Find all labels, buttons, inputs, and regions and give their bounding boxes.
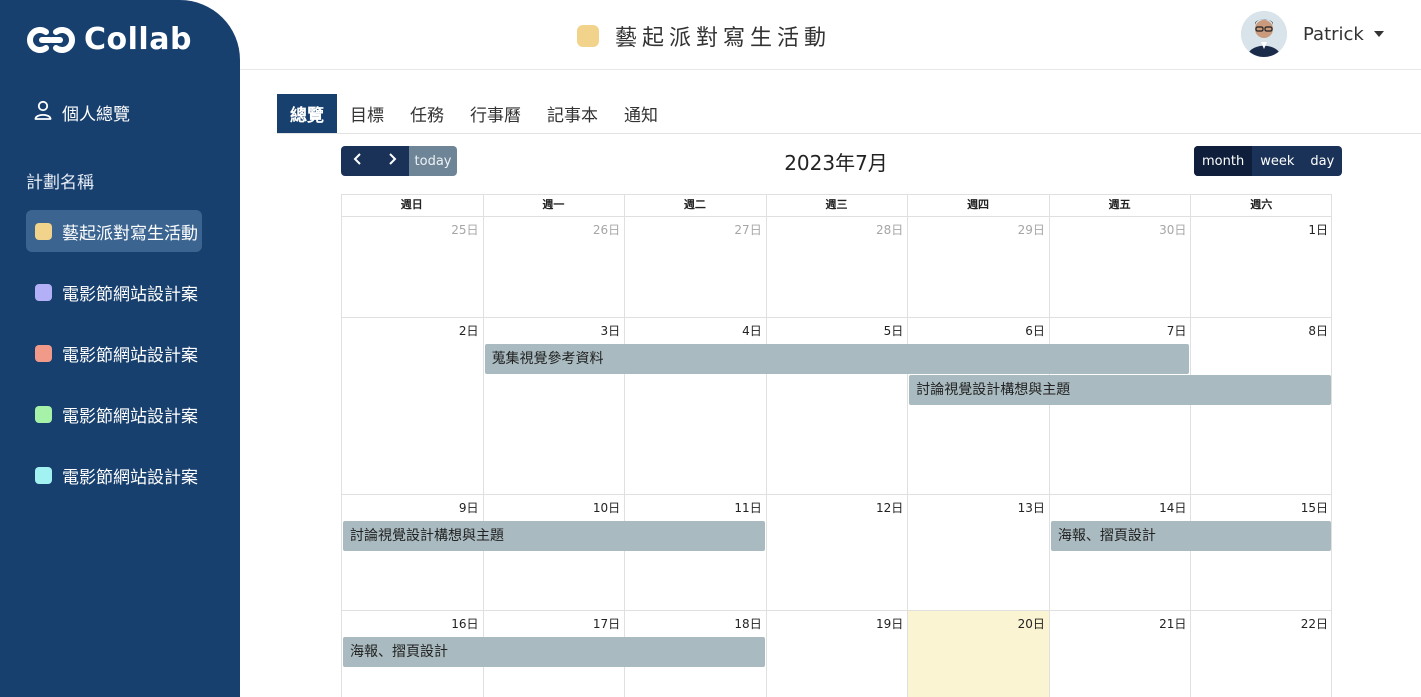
day-number: 1日 — [1308, 223, 1328, 237]
project-color-dot — [35, 466, 52, 484]
day-number: 17日 — [592, 617, 621, 631]
calendar-event[interactable]: 海報、摺頁設計 — [343, 637, 765, 667]
user-menu[interactable]: Patrick — [1241, 11, 1384, 57]
day-number: 2日 — [458, 324, 479, 338]
calendar-nav: today — [341, 146, 457, 176]
project-item[interactable]: 電影節網站設計案 — [26, 332, 202, 374]
day-number: 27日 — [734, 223, 762, 237]
day-number: 16日 — [451, 617, 479, 631]
grid-line — [341, 194, 1332, 195]
chevron-right-icon — [387, 153, 397, 169]
day-number: 3日 — [600, 324, 621, 338]
weekday-header: 週一 — [542, 198, 565, 211]
calendar-event[interactable]: 海報、摺頁設計 — [1050, 521, 1331, 551]
project-color-dot — [35, 405, 52, 423]
day-number: 13日 — [1017, 501, 1045, 515]
day-number: 11日 — [734, 501, 762, 515]
avatar — [1241, 11, 1287, 57]
weekday-header: 週日 — [400, 198, 423, 211]
tab-goals[interactable]: 目標 — [337, 94, 397, 133]
day-cell[interactable] — [1190, 317, 1332, 494]
day-number: 26日 — [592, 223, 621, 237]
day-number: 9日 — [458, 501, 479, 515]
day-cell[interactable] — [341, 317, 483, 494]
calendar-title: 2023年7月 — [784, 151, 888, 175]
day-number: 28日 — [876, 223, 904, 237]
view-day-button[interactable]: day — [1302, 146, 1342, 176]
tab-notifications[interactable]: 通知 — [611, 94, 671, 133]
user-name: Patrick — [1303, 23, 1364, 45]
weekday-header: 週三 — [825, 198, 848, 211]
caret-down-icon — [1373, 31, 1384, 37]
project-item[interactable]: 電影節網站設計案 — [26, 271, 202, 313]
day-number: 15日 — [1300, 501, 1328, 515]
weekday-header: 週六 — [1250, 198, 1273, 211]
prev-month-button[interactable] — [341, 146, 375, 176]
project-color-dot — [35, 222, 52, 240]
day-number: 30日 — [1159, 223, 1187, 237]
day-number: 19日 — [876, 617, 904, 631]
day-number: 10日 — [592, 501, 621, 515]
view-month-button[interactable]: month — [1194, 146, 1253, 176]
project-title: 藝起派對寫生活動 — [577, 20, 831, 52]
app-root: Collab 個人總覽 計劃名稱 藝起派對寫生活動 電影節網站設計案 電影節網站… — [0, 0, 1421, 697]
day-number: 18日 — [734, 617, 762, 631]
day-number: 12日 — [876, 501, 904, 515]
project-label: 電影節網站設計案 — [62, 345, 198, 366]
view-week-button[interactable]: week — [1252, 146, 1302, 176]
day-number: 22日 — [1300, 617, 1328, 631]
top-header: 藝起派對寫生活動 Patrick — [240, 0, 1421, 70]
day-number: 21日 — [1159, 617, 1187, 631]
next-month-button[interactable] — [375, 146, 409, 176]
logo-text: Collab — [84, 22, 192, 57]
sidebar-item-label: 個人總覽 — [62, 105, 130, 125]
project-color-dot — [35, 344, 52, 362]
project-item[interactable]: 電影節網站設計案 — [26, 393, 202, 435]
day-number: 5日 — [883, 324, 904, 338]
project-color-dot — [35, 283, 52, 301]
tab-bar: 總覽 目標 任務 行事曆 記事本 通知 — [277, 94, 1421, 134]
tab-notebook[interactable]: 記事本 — [534, 94, 611, 133]
logo[interactable]: Collab — [26, 22, 192, 57]
view-switcher: month week day — [1194, 146, 1343, 176]
project-label: 電影節網站設計案 — [62, 284, 198, 305]
project-title-text: 藝起派對寫生活動 — [615, 26, 832, 51]
calendar-event[interactable]: 蒐集視覺參考資料 — [484, 344, 1190, 374]
calendar-event[interactable]: 討論視覺設計構想與主題 — [909, 375, 1331, 405]
project-item[interactable]: 電影節網站設計案 — [26, 454, 202, 496]
calendar-event[interactable]: 討論視覺設計構想與主題 — [343, 521, 765, 551]
day-number: 20日 — [1017, 617, 1045, 631]
day-number: 6日 — [1025, 324, 1045, 338]
project-section-title: 計劃名稱 — [26, 173, 94, 193]
day-number: 7日 — [1166, 324, 1187, 338]
collab-logo-icon — [26, 23, 76, 57]
day-number: 4日 — [742, 324, 762, 338]
person-outline-icon — [34, 100, 52, 125]
project-item[interactable]: 藝起派對寫生活動 — [26, 210, 202, 252]
day-number: 25日 — [451, 223, 479, 237]
project-label: 藝起派對寫生活動 — [62, 223, 198, 244]
today-button[interactable]: today — [409, 146, 457, 176]
day-number: 8日 — [1308, 324, 1328, 338]
tab-tasks[interactable]: 任務 — [397, 94, 457, 133]
weekday-header: 週五 — [1108, 198, 1131, 211]
day-number: 14日 — [1159, 501, 1187, 515]
weekday-header: 週二 — [683, 198, 706, 211]
calendar-grid: 週日 週一 週二 週三 週四 週五 週六 25日 26日 27日 28日 29日 30日 1日 2日 3日 4日… — [341, 194, 1332, 697]
sidebar: Collab 個人總覽 計劃名稱 藝起派對寫生活動 電影節網站設計案 電影節網站… — [0, 0, 240, 697]
project-label: 電影節網站設計案 — [62, 406, 198, 427]
project-label: 電影節網站設計案 — [62, 467, 198, 488]
weekday-header: 週四 — [967, 198, 990, 211]
tab-overview[interactable]: 總覽 — [277, 94, 337, 133]
chevron-left-icon — [353, 153, 363, 169]
sidebar-item-overview[interactable]: 個人總覽 — [34, 100, 130, 125]
tab-calendar[interactable]: 行事曆 — [457, 94, 534, 133]
day-number: 29日 — [1017, 223, 1045, 237]
project-color-dot — [577, 25, 599, 47]
